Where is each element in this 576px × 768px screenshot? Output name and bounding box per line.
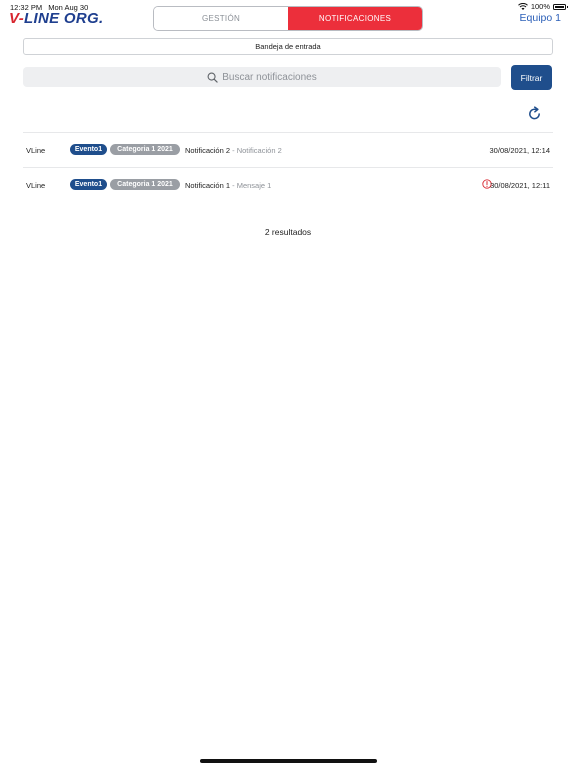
notification-sender: VLine — [26, 181, 46, 190]
event-tag: Evento1 — [70, 179, 107, 190]
wifi-icon — [517, 2, 528, 10]
team-selector-link[interactable]: Equipo 1 — [520, 12, 561, 24]
notification-title-line: Notificación 1 - Mensaje 1 — [185, 181, 271, 190]
home-indicator — [200, 759, 377, 763]
status-right: 100% — [517, 2, 568, 11]
section-tabs: GESTIÓN NOTIFICACIONES — [153, 6, 423, 31]
category-tag: Categoria 1 2021 — [110, 179, 180, 190]
notification-row[interactable]: VLine Evento1 Categoria 1 2021 Notificac… — [23, 132, 553, 166]
notification-subtitle: Notificación 2 — [236, 146, 282, 155]
notification-title-line: Notificación 2 - Notificación 2 — [185, 146, 282, 155]
results-count: 2 resultados — [264, 227, 312, 237]
battery-icon — [553, 3, 568, 10]
notification-title: Notificación 1 — [185, 181, 231, 190]
app-logo: V-LINE ORG. — [9, 11, 103, 27]
battery-percent: 100% — [530, 2, 550, 11]
notification-title: Notificación 2 — [185, 146, 231, 155]
tab-notificaciones[interactable]: NOTIFICACIONES — [288, 7, 422, 30]
event-tag: Evento1 — [70, 144, 107, 155]
notification-date: 30/08/2021, 12:14 — [489, 146, 550, 155]
notification-subtitle: Mensaje 1 — [236, 181, 272, 190]
refresh-icon[interactable] — [527, 106, 542, 121]
search-placeholder: Buscar notificaciones — [222, 71, 317, 83]
logo-part-blue: LINE ORG. — [24, 10, 104, 27]
search-icon — [207, 72, 218, 83]
notification-sender: VLine — [26, 146, 46, 155]
inbox-selector[interactable]: Bandeja de entrada — [23, 38, 553, 55]
category-tag: Categoria 1 2021 — [110, 144, 180, 155]
notification-row[interactable]: VLine Evento1 Categoria 1 2021 Notificac… — [23, 167, 553, 201]
filter-button[interactable]: Filtrar — [511, 65, 552, 90]
notification-date: 30/08/2021, 12:11 — [490, 181, 550, 190]
logo-part-red: V- — [9, 10, 25, 27]
notification-separator: - — [232, 146, 235, 155]
search-input[interactable]: Buscar notificaciones — [23, 67, 501, 87]
tab-gestion[interactable]: GESTIÓN — [154, 7, 288, 30]
notification-separator: - — [232, 181, 235, 190]
